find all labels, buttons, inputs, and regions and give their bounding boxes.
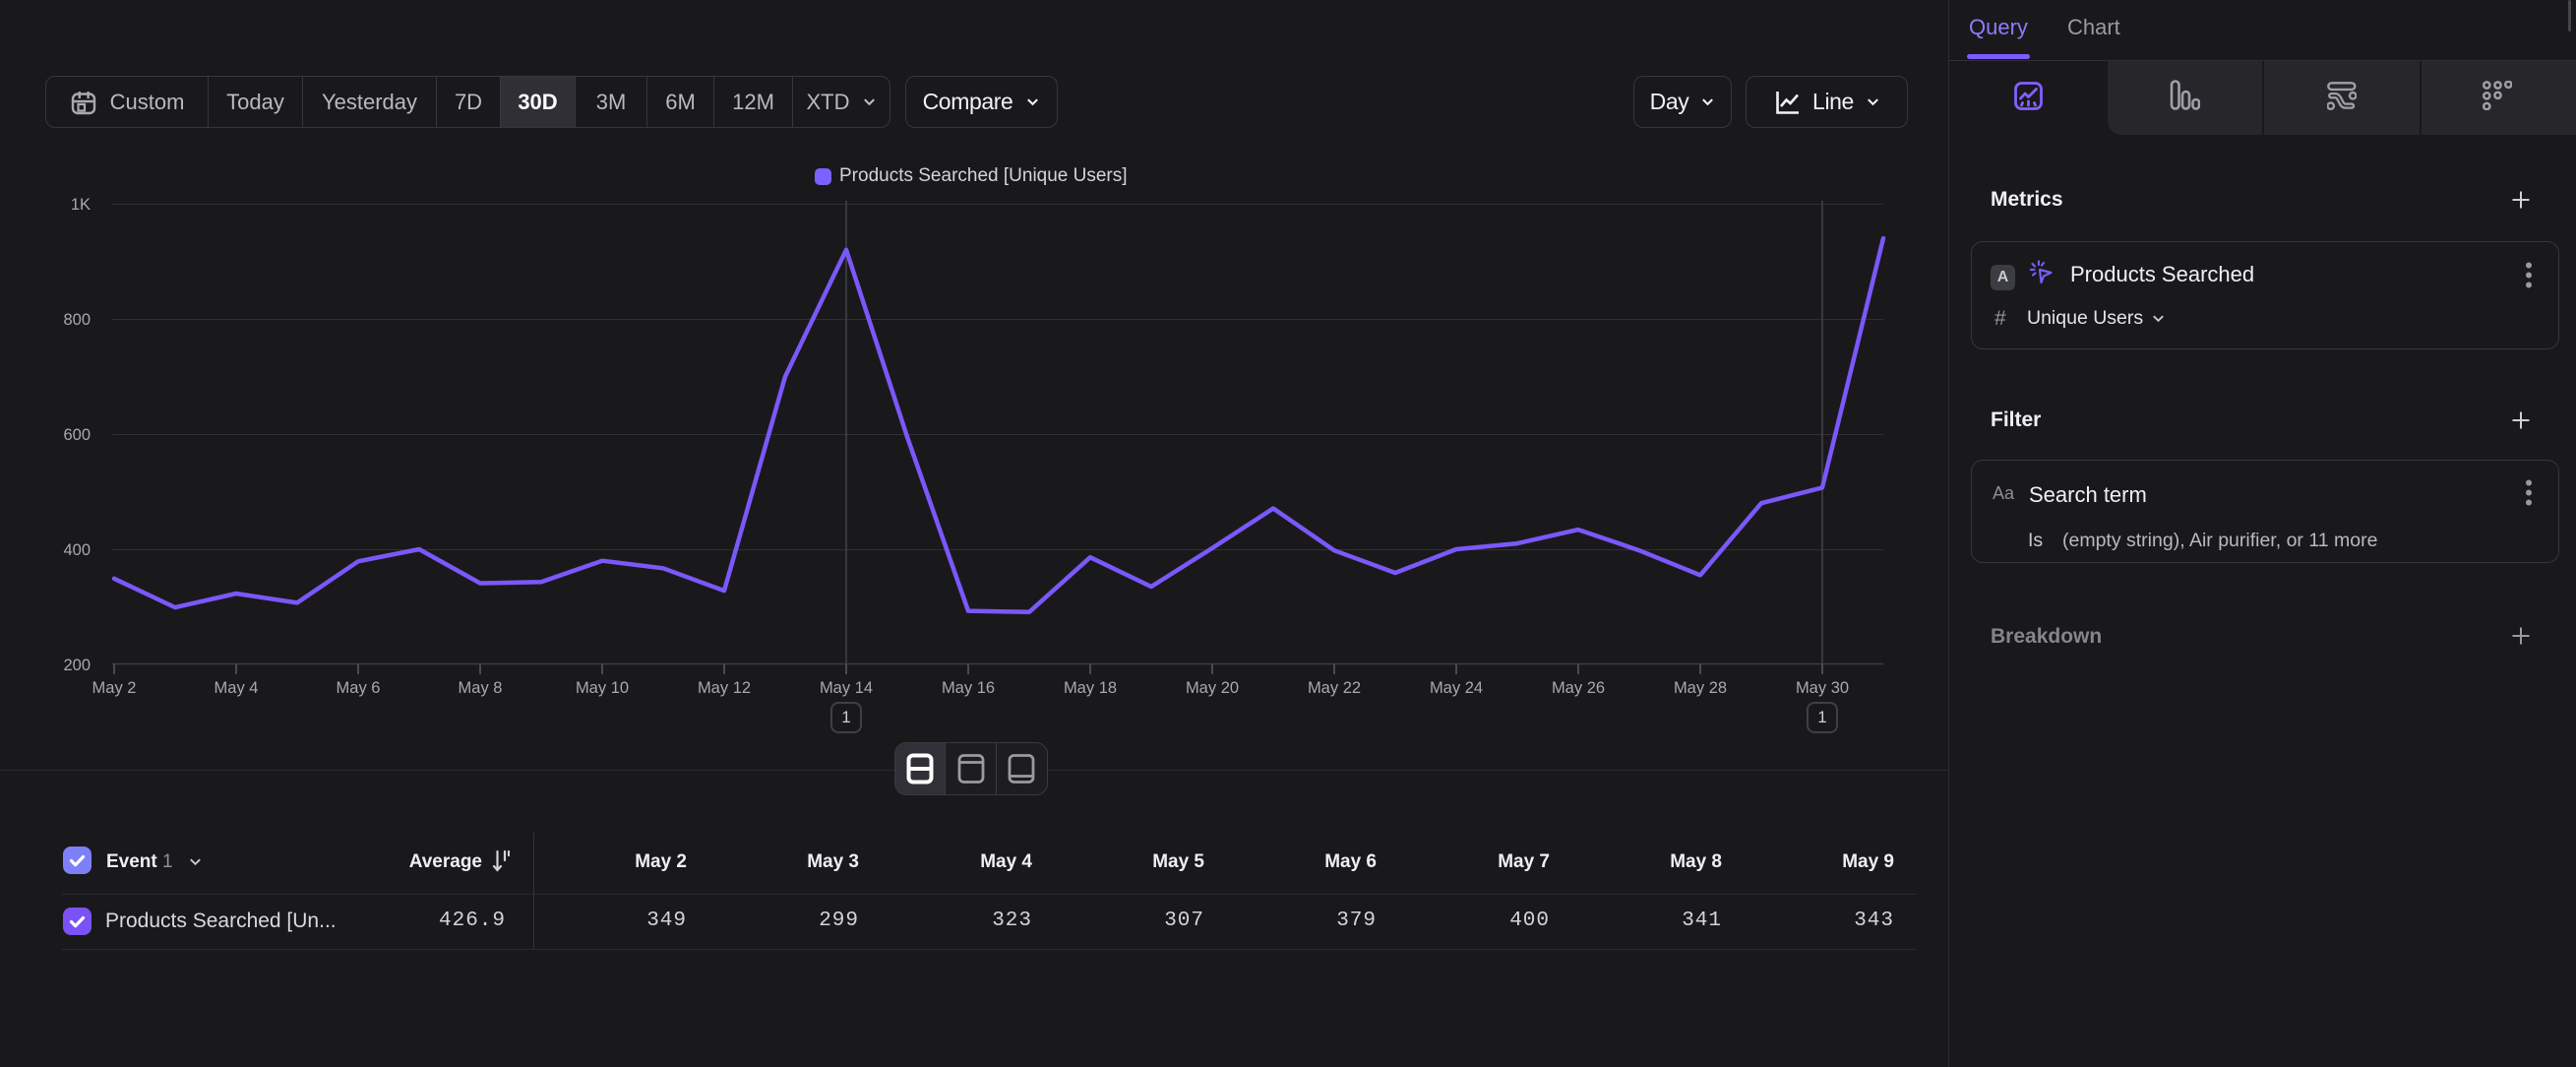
svg-text:May 6: May 6 (337, 679, 381, 697)
svg-text:May 10: May 10 (576, 679, 629, 697)
svg-text:May 12: May 12 (698, 679, 751, 697)
svg-text:May 20: May 20 (1186, 679, 1239, 697)
svg-text:May 16: May 16 (942, 679, 995, 697)
svg-text:May 2: May 2 (92, 679, 137, 697)
svg-text:200: 200 (63, 657, 91, 674)
svg-text:1K: 1K (71, 196, 91, 214)
svg-text:400: 400 (63, 541, 91, 559)
svg-text:May 14: May 14 (820, 679, 873, 697)
svg-text:May 8: May 8 (459, 679, 503, 697)
svg-text:May 4: May 4 (215, 679, 259, 697)
svg-text:May 28: May 28 (1674, 679, 1727, 697)
svg-text:800: 800 (63, 311, 91, 329)
svg-text:May 30: May 30 (1796, 679, 1849, 697)
svg-text:May 24: May 24 (1430, 679, 1483, 697)
svg-text:May 26: May 26 (1552, 679, 1605, 697)
svg-text:600: 600 (63, 426, 91, 444)
svg-text:May 18: May 18 (1064, 679, 1117, 697)
svg-text:May 22: May 22 (1308, 679, 1361, 697)
